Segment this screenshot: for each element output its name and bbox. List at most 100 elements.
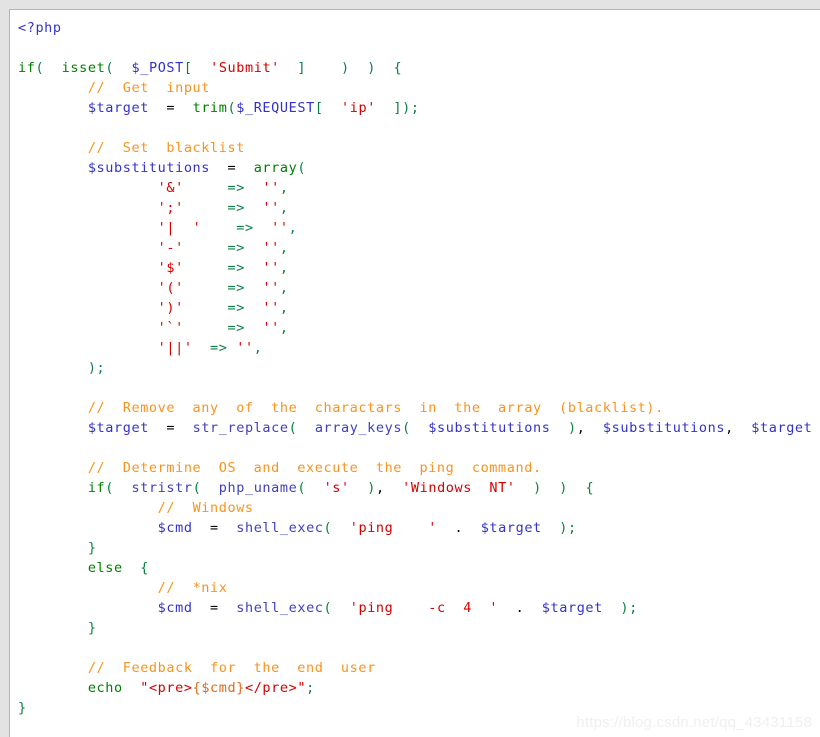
double-arrow: => [227, 320, 245, 336]
array-close: ); [87, 360, 106, 376]
comma: , [576, 420, 586, 436]
function-isset: isset [61, 60, 106, 76]
code-line: // Determine OS and execute the ping com… [18, 458, 820, 478]
function-stristr: stristr [131, 480, 193, 496]
paren: ( [323, 600, 333, 616]
superglobal-request: $_REQUEST [236, 100, 315, 116]
code-line: '(' => '', [18, 278, 820, 298]
operator-assign: = [227, 160, 237, 176]
comment-remove-characters: // Remove any of the charactars in the a… [87, 400, 664, 416]
paren: ( [227, 100, 237, 116]
blacklist-value: '' [236, 340, 254, 356]
comma: , [279, 280, 289, 296]
code-line: $target = str_replace( array_keys( $subs… [18, 418, 820, 438]
comment-set-blacklist: // Set blacklist [87, 140, 245, 156]
double-arrow: => [236, 220, 254, 236]
blacklist-key: '| ' [157, 220, 202, 236]
paren: ( [402, 420, 411, 436]
comma: , [279, 260, 289, 276]
comment-feedback: // Feedback for the end user [87, 660, 376, 676]
operator-concat: . [454, 520, 464, 536]
code-line: // Set blacklist [18, 138, 820, 158]
blacklist-key: '$' [157, 260, 184, 276]
code-line: // Get input [18, 78, 820, 98]
variable-target: $target [87, 420, 149, 436]
blacklist-key: '||' [157, 340, 193, 356]
comma: , [279, 200, 289, 216]
double-arrow: => [210, 340, 228, 356]
superglobal-post: $_POST [131, 60, 184, 76]
variable-target: $target [480, 520, 542, 536]
code-line: '-' => '', [18, 238, 820, 258]
blacklist-key: '&' [157, 180, 184, 196]
paren: ); [620, 600, 638, 616]
paren: ) [367, 480, 376, 496]
blacklist-key: '(' [157, 280, 184, 296]
string-ip: 'ip' [341, 100, 376, 116]
brace: } [87, 620, 97, 636]
double-arrow: => [227, 200, 245, 216]
variable-target: $target [751, 420, 813, 436]
comma: , [279, 320, 289, 336]
variable-target: $target [541, 600, 603, 616]
code-line: if( stristr( php_uname( 's' ), 'Windows … [18, 478, 820, 498]
double-arrow: => [227, 240, 245, 256]
code-listing: <?php if( isset( $_POST[ 'Submit' ] ) ) … [10, 10, 820, 737]
variable-substitutions: $substitutions [602, 420, 726, 436]
paren: ); [559, 520, 577, 536]
comma: , [279, 240, 289, 256]
comma: , [253, 340, 263, 356]
code-line: ';' => '', [18, 198, 820, 218]
comment-get-input: // Get input [87, 80, 211, 96]
code-line: // *nix [18, 578, 820, 598]
comment-determine-os: // Determine OS and execute the ping com… [87, 460, 542, 476]
paren: ( [105, 480, 115, 496]
blacklist-value: '' [262, 180, 280, 196]
code-line: ); [18, 358, 820, 378]
semicolon: ; [306, 680, 315, 696]
variable-cmd: $cmd [157, 600, 193, 616]
brace: { [585, 480, 595, 496]
blacklist-value: '' [262, 240, 280, 256]
double-arrow: => [227, 300, 245, 316]
keyword-if: if [87, 480, 106, 496]
function-str-replace: str_replace [192, 420, 289, 436]
variable-target: $target [87, 100, 149, 116]
comma: , [375, 480, 385, 496]
brace: { [140, 560, 149, 576]
double-arrow: => [227, 260, 245, 276]
code-line: $cmd = shell_exec( 'ping ' . $target ); [18, 518, 820, 538]
paren: ( [288, 420, 298, 436]
code-line: ')' => '', [18, 298, 820, 318]
comma: , [279, 180, 289, 196]
screenshot-root: { "document": { "language": "php", "wate… [0, 0, 820, 737]
variable-substitutions: $substitutions [87, 160, 211, 176]
paren: ) [567, 420, 577, 436]
code-line: } [18, 618, 820, 638]
comma: , [725, 420, 734, 436]
comment-windows: // Windows [157, 500, 254, 516]
blacklist-key: ')' [157, 300, 184, 316]
watermark-url: https://blog.csdn.net/qq_43431158 [576, 714, 812, 731]
code-line: $substitutions = array( [18, 158, 820, 178]
paren: ( [192, 480, 202, 496]
paren: ( [35, 60, 45, 76]
string-windows-nt: 'Windows NT' [402, 480, 516, 496]
string-interpolation-cmd: {$cmd} [192, 680, 245, 696]
keyword-else: else [87, 560, 123, 576]
string-output-open: "<pre> [140, 680, 193, 696]
variable-cmd: $cmd [157, 520, 193, 536]
bracket: [ [183, 60, 193, 76]
string-submit: 'Submit' [210, 60, 280, 76]
code-line: <?php [18, 18, 820, 38]
blacklist-value: '' [262, 320, 280, 336]
brace: } [18, 700, 27, 716]
paren: ( [297, 480, 307, 496]
function-shell-exec: shell_exec [236, 520, 324, 536]
operator-assign: = [166, 420, 176, 436]
comma: , [279, 300, 289, 316]
blacklist-value: '' [262, 200, 280, 216]
